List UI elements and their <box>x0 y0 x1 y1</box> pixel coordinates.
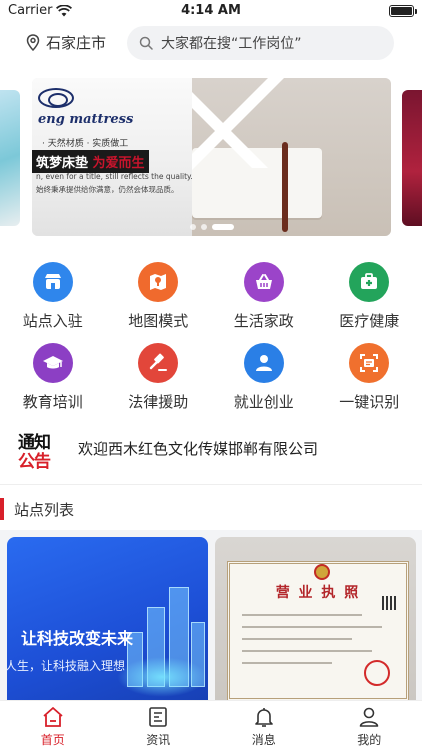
person-icon <box>243 343 284 383</box>
category-healthcare[interactable]: 医疗健康 <box>317 262 422 331</box>
category-label: 教育培训 <box>22 393 83 411</box>
section-accent-bar <box>0 498 4 520</box>
search-icon <box>139 36 153 50</box>
graduation-cap-icon <box>32 343 73 383</box>
location-pin-icon <box>26 34 40 51</box>
tab-news[interactable]: 资讯 <box>106 701 212 750</box>
notice-badge-bottom: 公告 <box>18 452 51 472</box>
battery-icon <box>389 5 417 17</box>
page-dot <box>189 224 196 230</box>
tab-home[interactable]: 首页 <box>0 701 106 750</box>
section-divider <box>0 484 422 485</box>
official-stamp-icon <box>364 660 390 686</box>
tab-profile[interactable]: 我的 <box>317 701 422 750</box>
tab-label: 首页 <box>40 733 65 747</box>
national-emblem-icon <box>314 564 330 580</box>
category-housekeeping[interactable]: 生活家政 <box>211 262 317 331</box>
banner-page-indicator <box>32 224 391 230</box>
section-header: 站点列表 <box>0 498 422 520</box>
status-bar: Carrier 4:14 AM <box>0 0 422 22</box>
qr-code-icon <box>382 596 396 610</box>
site-list: 让科技改变未来 人生，让科技融入理想 营 业 执 照 <box>0 530 422 700</box>
license-title: 营 业 执 照 <box>275 585 361 601</box>
scan-icon <box>349 343 390 383</box>
city-label: 石家庄市 <box>46 34 107 52</box>
category-label: 就业创业 <box>233 393 294 411</box>
bell-icon <box>254 708 273 727</box>
map-icon <box>138 262 179 302</box>
banner-brand: eng mattress <box>38 112 134 127</box>
banner-slogan: 筑梦床垫 为爱而生 <box>32 150 149 173</box>
home-icon <box>43 707 63 727</box>
notice-badge: 通知 公告 <box>18 428 56 472</box>
notice-text: 欢迎西木红色文化传媒邯郸有限公司 <box>78 440 319 458</box>
banner-english-line: n, even for a title, still reflects the … <box>36 172 193 181</box>
category-label: 法律援助 <box>128 393 189 411</box>
category-label: 站点入驻 <box>22 312 83 330</box>
basket-icon <box>243 262 284 302</box>
category-education[interactable]: 教育培训 <box>0 343 106 412</box>
site-card-tech[interactable]: 让科技改变未来 人生，让科技融入理想 <box>7 537 208 700</box>
news-icon <box>149 707 168 727</box>
tab-label: 消息 <box>251 733 276 747</box>
tab-label: 资讯 <box>146 733 171 747</box>
status-time: 4:14 AM <box>181 3 241 18</box>
search-placeholder: 大家都在搜“工作岗位” <box>161 36 302 52</box>
category-site-join[interactable]: 站点入驻 <box>0 262 106 331</box>
shop-icon <box>32 262 73 302</box>
top-header: 石家庄市 大家都在搜“工作岗位” <box>0 26 422 62</box>
banner-prev-slide[interactable] <box>0 90 20 226</box>
banner-carousel[interactable]: eng mattress · 天然材质 · 实质做工 筑梦床垫 为爱而生 n, … <box>0 78 422 238</box>
tab-label: 我的 <box>357 733 382 747</box>
search-input[interactable]: 大家都在搜“工作岗位” <box>127 26 394 60</box>
business-license-image: 营 业 执 照 <box>227 561 409 700</box>
home-screen: Carrier 4:14 AM 石家庄市 大家都在搜“工作岗位” eng mat… <box>0 0 422 750</box>
banner-logo <box>38 88 74 108</box>
category-grid: 站点入驻 地图模式 生活家政 医疗健康 教育培训 法律援助 就业创业 一键识别 <box>0 262 422 412</box>
category-map-mode[interactable]: 地图模式 <box>106 262 212 331</box>
banner-slide-mattress[interactable]: eng mattress · 天然材质 · 实质做工 筑梦床垫 为爱而生 n, … <box>32 78 391 236</box>
banner-text-panel: eng mattress · 天然材质 · 实质做工 筑梦床垫 为爱而生 n, … <box>32 78 193 236</box>
category-quick-scan[interactable]: 一键识别 <box>317 343 422 412</box>
category-label: 医疗健康 <box>339 312 400 330</box>
user-icon <box>359 707 379 727</box>
banner-chinese-line: 始终秉承提供给你满意，仍然会体现品质。 <box>36 185 179 194</box>
gavel-icon <box>138 343 179 383</box>
city-selector[interactable]: 石家庄市 <box>26 32 106 53</box>
tab-messages[interactable]: 消息 <box>211 701 317 750</box>
bottom-tab-bar: 首页 资讯 消息 我的 <box>0 700 422 750</box>
card-glow <box>117 657 207 697</box>
category-employment[interactable]: 就业创业 <box>211 343 317 412</box>
medical-kit-icon <box>349 262 390 302</box>
category-legal-aid[interactable]: 法律援助 <box>106 343 212 412</box>
section-title: 站点列表 <box>14 501 75 519</box>
site-card-license[interactable]: 营 业 执 照 <box>215 537 416 700</box>
banner-next-slide[interactable] <box>402 90 422 226</box>
card-subtitle: 人生，让科技融入理想 <box>7 659 126 673</box>
category-label: 一键识别 <box>339 393 400 411</box>
card-headline: 让科技改变未来 <box>21 629 134 648</box>
category-label: 地图模式 <box>128 312 189 330</box>
page-dot <box>200 224 207 230</box>
page-dot-active <box>211 224 234 230</box>
notice-bar[interactable]: 通知 公告 欢迎西木红色文化传媒邯郸有限公司 <box>0 428 422 472</box>
category-label: 生活家政 <box>233 312 294 330</box>
banner-tagline: · 天然材质 · 实质做工 <box>42 139 129 149</box>
